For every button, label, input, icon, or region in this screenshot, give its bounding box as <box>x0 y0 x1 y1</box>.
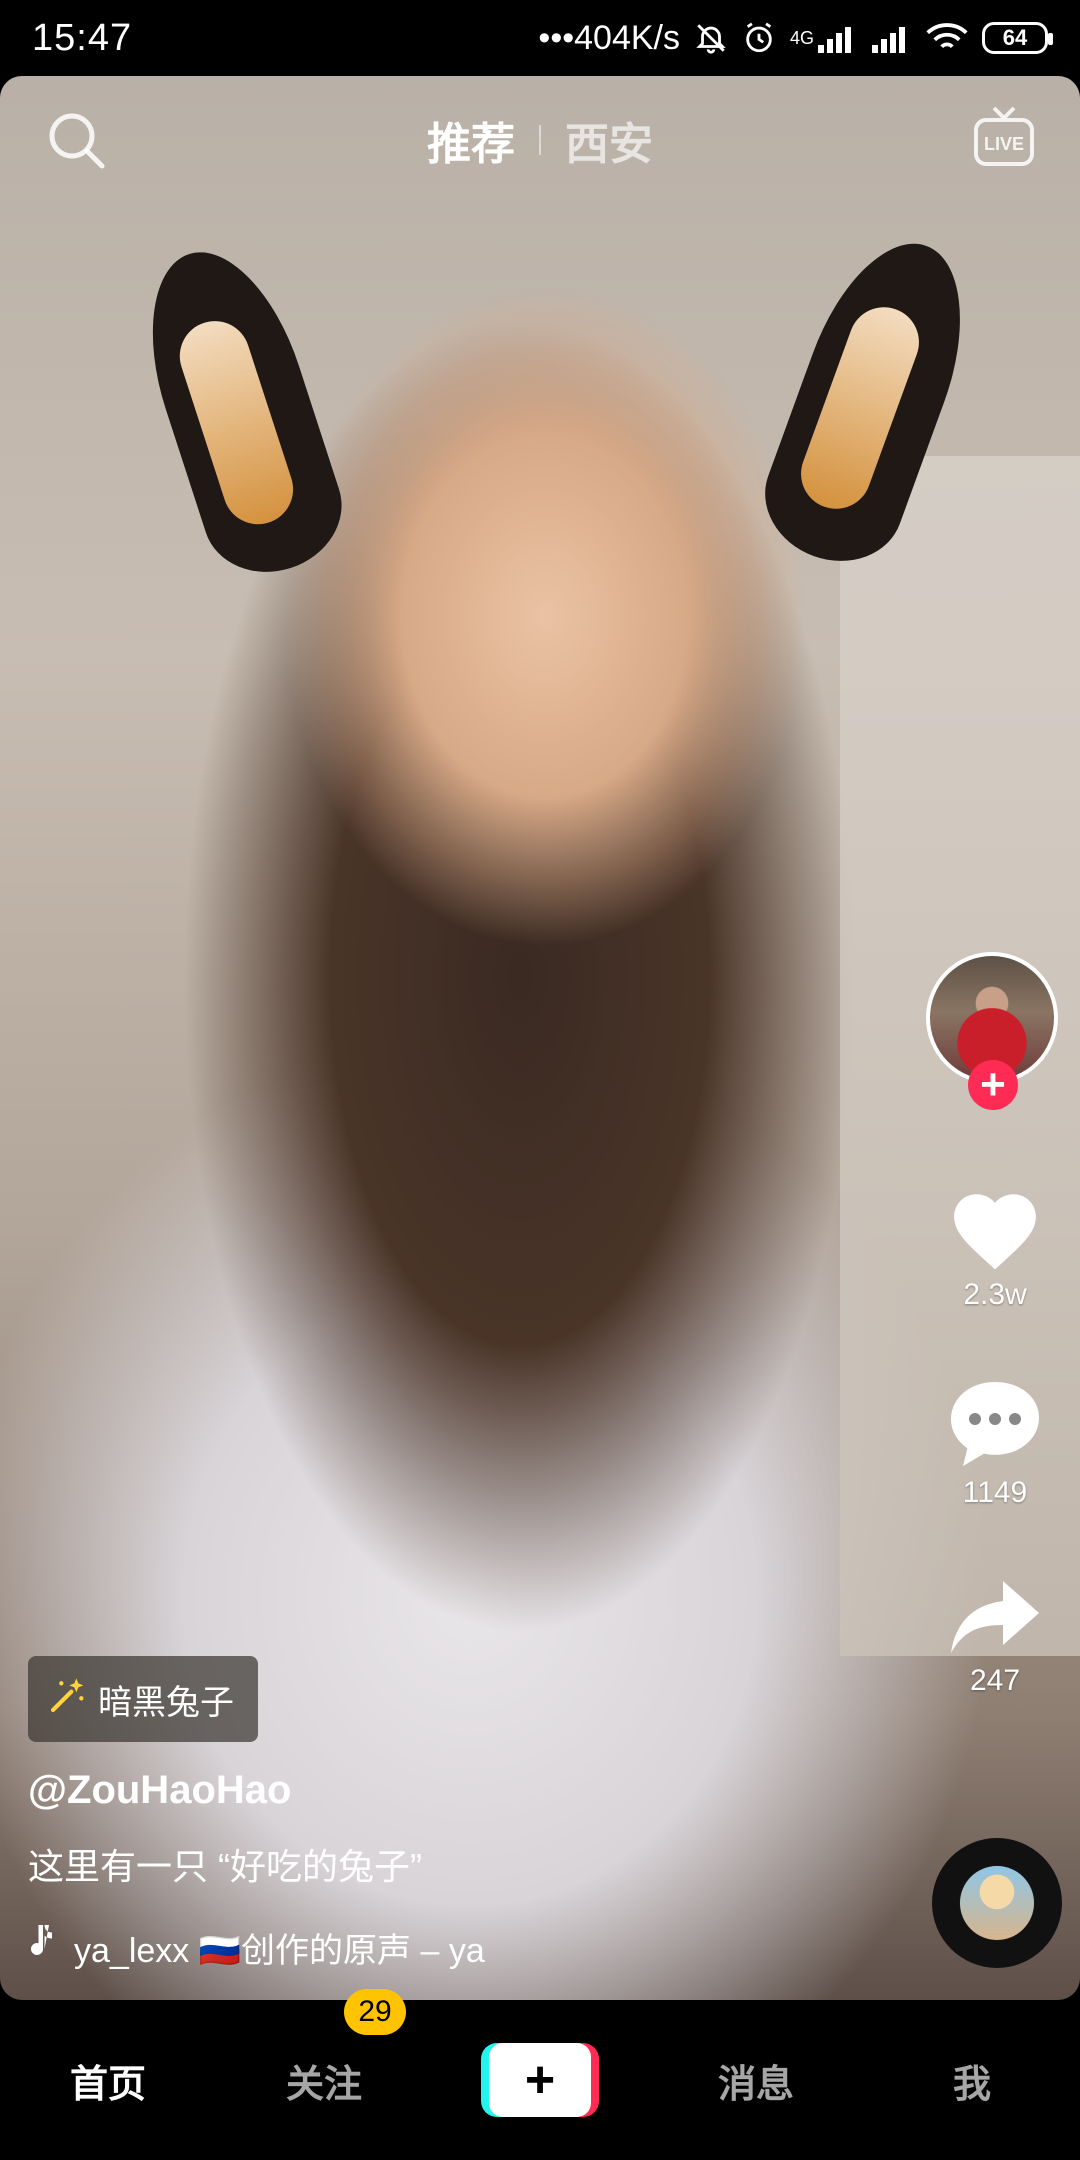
status-bar: 15:47 •••404K/s 4G 64 <box>0 0 1080 76</box>
username[interactable]: @ZouHaoHao <box>28 1768 291 1813</box>
feed-tabs: 推荐 西安 <box>0 100 1080 180</box>
create-button[interactable]: + <box>432 2043 648 2117</box>
like-count: 2.3w <box>963 1278 1027 1311</box>
effect-tag[interactable]: 暗黑兔子 <box>28 1656 258 1742</box>
tab-messages[interactable]: 消息 <box>648 2053 864 2108</box>
tab-local[interactable]: 西安 <box>565 108 653 172</box>
heart-icon <box>954 1194 1036 1270</box>
tab-recommend[interactable]: 推荐 <box>427 108 515 172</box>
bottom-tab-bar: 首页 关注 29 + 消息 我 <box>0 1988 1080 2160</box>
effect-label: 暗黑兔子 <box>98 1683 234 1722</box>
creator-avatar-group[interactable]: + <box>926 952 1062 1110</box>
bunny-ear-left <box>122 232 358 590</box>
mute-bell-icon <box>694 21 728 55</box>
signal-4g-icon: 4G <box>790 23 858 53</box>
alarm-icon <box>742 21 776 55</box>
music-row[interactable]: ya_lexx 🇷🇺创作的原声 – ya <box>28 1924 528 1970</box>
top-nav: 推荐 西安 LIVE <box>0 100 1080 180</box>
tab-follow-label: 关注 <box>285 2063 362 2106</box>
video-caption: 这里有一只 “好吃的兔子” <box>28 1846 422 1887</box>
tab-me[interactable]: 我 <box>864 2053 1080 2108</box>
plus-icon: + <box>489 2043 591 2117</box>
share-arrow-icon <box>951 1581 1039 1653</box>
tab-follow[interactable]: 关注 29 <box>216 1988 432 2108</box>
magic-wand-icon <box>48 1675 88 1724</box>
music-disc[interactable] <box>932 1838 1062 1968</box>
live-icon[interactable]: LIVE <box>972 104 1036 168</box>
battery-level: 64 <box>1002 25 1028 50</box>
notification-badge: 29 <box>344 1988 406 2035</box>
comment-icon <box>951 1382 1039 1466</box>
music-note-icon <box>28 1924 58 1970</box>
music-title: ya_lexx 🇷🇺创作的原声 – ya <box>74 1931 485 1970</box>
wifi-icon <box>926 22 968 54</box>
like-button[interactable]: 2.3w <box>930 1182 1060 1312</box>
comment-count: 1149 <box>962 1476 1028 1509</box>
battery-indicator: 64 <box>982 22 1053 54</box>
tab-home[interactable]: 首页 <box>0 2053 216 2108</box>
tab-divider <box>539 125 541 155</box>
follow-button[interactable]: + <box>968 1060 1018 1110</box>
share-count: 247 <box>969 1664 1021 1697</box>
status-icons: •••404K/s 4G 64 <box>538 18 1053 58</box>
live-label: LIVE <box>984 134 1024 154</box>
music-cover <box>960 1866 1034 1940</box>
network-type: 4G <box>789 27 814 48</box>
share-button[interactable]: 247 <box>930 1576 1060 1698</box>
status-time: 15:47 <box>32 16 133 59</box>
network-speed: •••404K/s <box>538 18 680 57</box>
signal-icon <box>872 23 912 53</box>
comment-button[interactable]: 1149 <box>930 1378 1060 1510</box>
